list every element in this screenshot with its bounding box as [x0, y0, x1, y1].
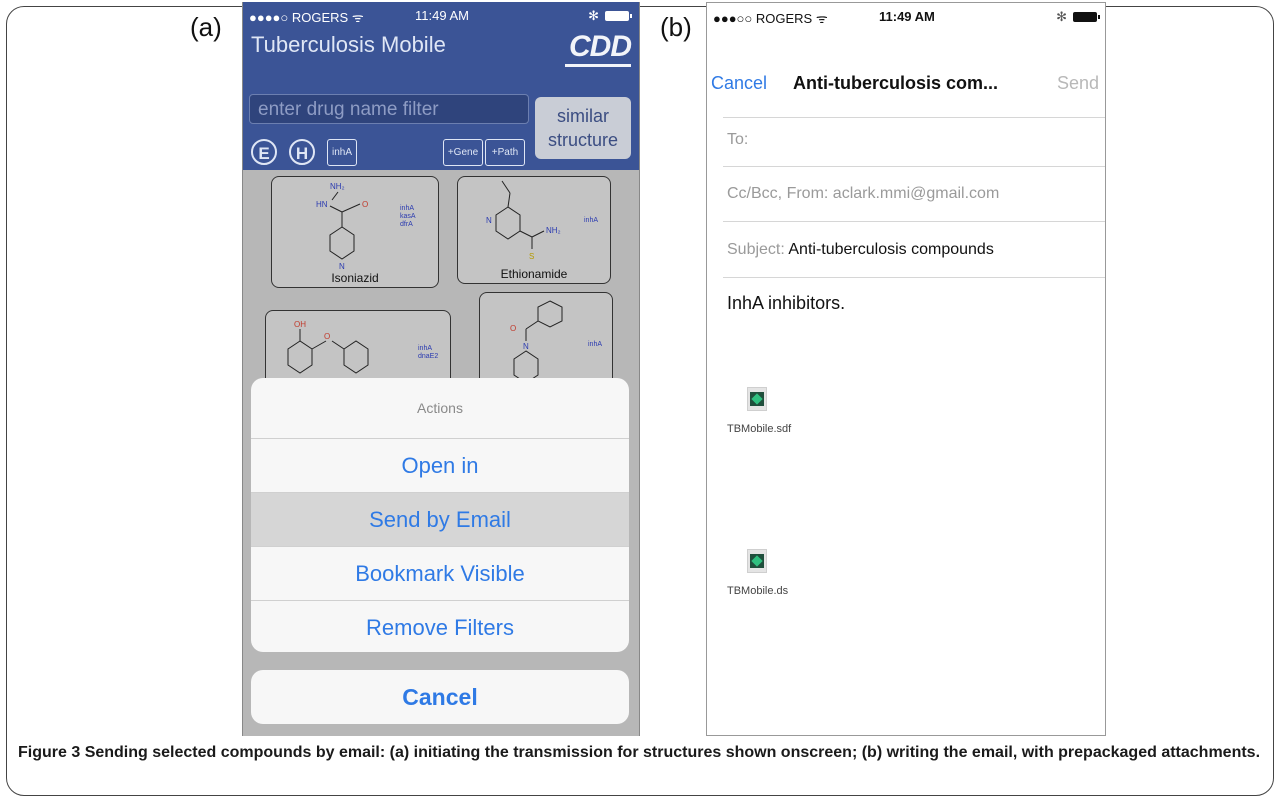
cdd-logo: CDD	[569, 30, 632, 63]
filter-inha-button[interactable]: inhA	[327, 139, 357, 166]
battery-icon	[1073, 12, 1100, 22]
from-address: aclark.mmi@gmail.com	[832, 185, 1000, 202]
compound-card-ethionamide[interactable]: N NH₂ S inhA Ethionamide	[457, 176, 611, 284]
to-label: To:	[727, 131, 749, 148]
ethionamide-genes: inhA	[584, 217, 599, 224]
action-open-in[interactable]: Open in	[251, 438, 629, 492]
status-time: 11:49 AM	[879, 9, 935, 24]
attachment-name: TBMobile.ds	[727, 585, 789, 597]
action-bookmark-visible[interactable]: Bookmark Visible	[251, 546, 629, 600]
cc-label: Cc/Bcc, From:	[727, 185, 829, 202]
compound-3-genes: inhA dnaE2	[418, 345, 439, 360]
svg-text:OH: OH	[294, 320, 306, 329]
app-title: Tuberculosis Mobile	[251, 32, 446, 57]
svg-text:N: N	[486, 216, 492, 225]
actions-cancel-button[interactable]: Cancel	[251, 670, 629, 724]
status-bar: ●●●●○ ROGERS ᯤ 11:49 AM ✻	[249, 8, 633, 26]
filter-h-button[interactable]: H	[289, 139, 315, 165]
compound-4-genes: inhA	[588, 341, 603, 348]
subject-label: Subject:	[727, 241, 785, 258]
carrier-label: ●●●○○ ROGERS ᯤ	[713, 11, 828, 26]
compound-name: Isoniazid	[331, 271, 379, 285]
add-path-button[interactable]: +Path	[485, 139, 525, 166]
compose-nav-bar: Cancel Anti-tuberculosis com... Send	[707, 65, 1105, 105]
phone-a-screen: ●●●●○ ROGERS ᯤ 11:49 AM ✻ Tuberculosis M…	[242, 2, 640, 736]
logo-underline	[565, 64, 631, 67]
cc-from-field[interactable]: Cc/Bcc, From: aclark.mmi@gmail.com	[727, 185, 999, 203]
attachment-sdf[interactable]: TBMobile.sdf	[727, 387, 847, 447]
bluetooth-icon: ✻	[1056, 9, 1067, 24]
panel-b-label: (b)	[660, 12, 692, 42]
actions-sheet: Actions Open in Send by Email Bookmark V…	[251, 378, 629, 652]
similar-button-line2: structure	[547, 130, 619, 150]
svg-text:N: N	[523, 342, 529, 351]
compose-title: Anti-tuberculosis com...	[793, 73, 999, 93]
svg-text:HN: HN	[316, 200, 328, 209]
isoniazid-genes: inhA kasA dfrA	[400, 205, 416, 228]
similar-structure-button[interactable]: similar structure	[535, 97, 631, 159]
subject-value: Anti-tuberculosis compounds	[788, 241, 994, 258]
svg-text:O: O	[510, 324, 516, 333]
add-gene-button[interactable]: +Gene	[443, 139, 483, 166]
compound-card-4[interactable]: O N inhA	[479, 292, 613, 392]
svg-text:O: O	[324, 332, 330, 341]
divider	[723, 221, 1105, 222]
compound-4-structure: O N	[510, 300, 563, 384]
svg-text:NH₂: NH₂	[546, 226, 561, 235]
status-time: 11:49 AM	[415, 8, 469, 23]
svg-text:NH₂: NH₂	[330, 182, 345, 191]
action-remove-filters[interactable]: Remove Filters	[251, 600, 629, 652]
email-body[interactable]: InhA inhibitors.	[727, 293, 845, 314]
bluetooth-icon: ✻	[588, 8, 599, 23]
actions-title: Actions	[417, 400, 463, 416]
file-icon	[747, 387, 767, 411]
ethionamide-structure: N NH₂ S	[486, 180, 561, 261]
divider	[723, 277, 1105, 278]
file-icon	[747, 549, 767, 573]
svg-text:S: S	[529, 252, 534, 261]
phone-b-screen: ●●●○○ ROGERS ᯤ 11:49 AM ✻ Cancel Anti-tu…	[706, 2, 1106, 736]
filter-e-button[interactable]: E	[251, 139, 277, 165]
isoniazid-structure: NH₂ HN O N	[316, 182, 368, 271]
panel-a-label: (a)	[190, 12, 222, 42]
attachment-name: TBMobile.sdf	[727, 423, 792, 435]
compose-send-button[interactable]: Send	[1057, 73, 1099, 94]
caption-text: Sending selected compounds by email: (a)…	[84, 744, 1261, 761]
battery-icon	[605, 11, 632, 21]
compound-grid: NH₂ HN O N inhA kasA dfrA Isoniazid N NH…	[243, 170, 639, 736]
action-send-by-email[interactable]: Send by Email	[251, 492, 629, 546]
drug-filter-input[interactable]: enter drug name filter	[249, 94, 529, 124]
to-field[interactable]: To:	[727, 131, 748, 149]
divider	[723, 166, 1105, 167]
svg-text:O: O	[362, 200, 368, 209]
figure-label: Figure 3	[18, 744, 81, 761]
compound-name: Ethionamide	[500, 267, 568, 281]
similar-button-line1: similar	[557, 106, 609, 126]
compound-card-isoniazid[interactable]: NH₂ HN O N inhA kasA dfrA Isoniazid	[271, 176, 439, 288]
app-header: ●●●●○ ROGERS ᯤ 11:49 AM ✻ Tuberculosis M…	[243, 2, 639, 170]
subject-field[interactable]: Subject: Anti-tuberculosis compounds	[727, 241, 994, 259]
divider	[723, 117, 1105, 118]
status-bar: ●●●○○ ROGERS ᯤ 11:49 AM ✻	[713, 9, 1101, 27]
carrier-label: ●●●●○ ROGERS ᯤ	[249, 10, 364, 25]
svg-text:N: N	[339, 262, 345, 271]
compose-cancel-button[interactable]: Cancel	[711, 73, 767, 94]
attachment-ds[interactable]: TBMobile.ds	[727, 549, 847, 609]
figure-caption: Figure 3 Sending selected compounds by e…	[18, 742, 1264, 764]
